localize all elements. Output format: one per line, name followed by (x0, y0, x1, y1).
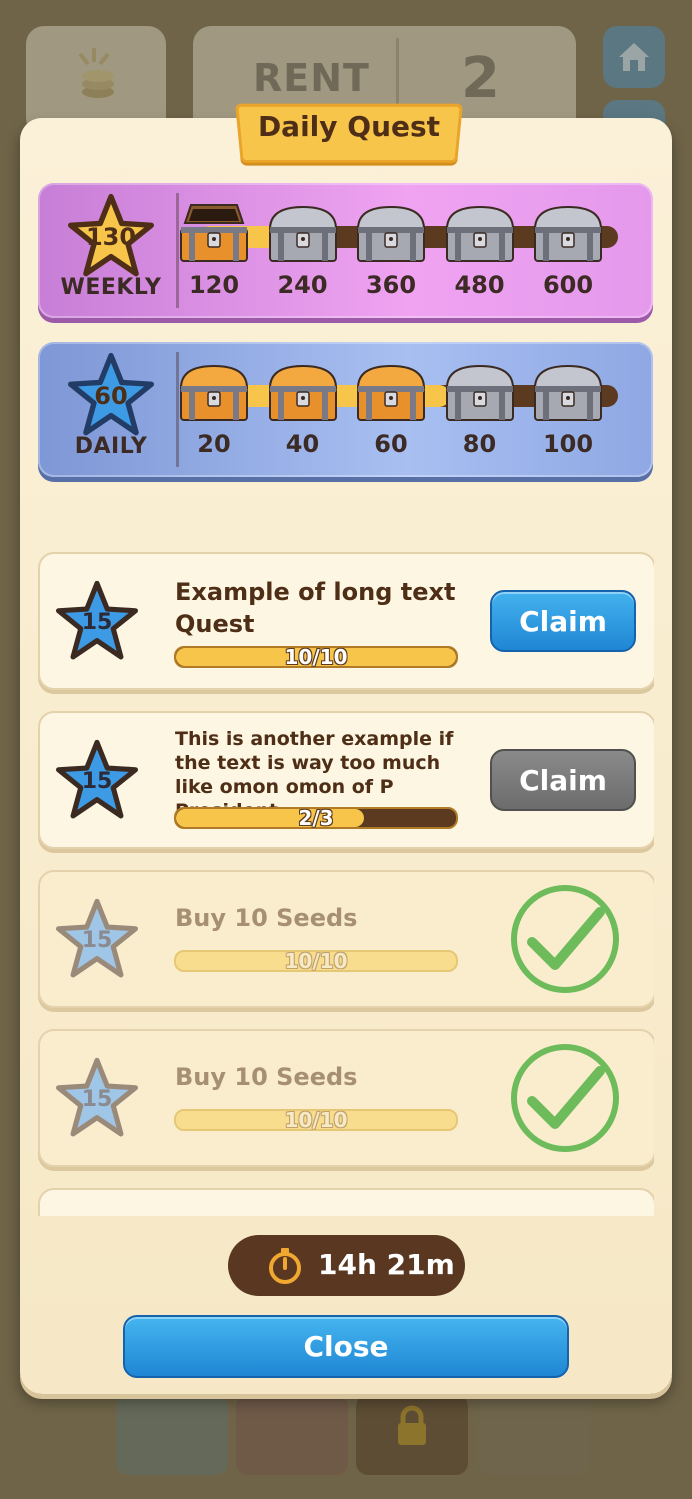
chest-gold-icon (179, 364, 249, 421)
weekly-track: 130 WEEKLY 120 240 360 480 600 (38, 183, 653, 318)
quest-title: Buy 10 Seeds (175, 1063, 358, 1091)
quest-timer: 14h 21m (228, 1235, 465, 1296)
chest-gold-icon (268, 364, 337, 421)
quest-item (38, 1188, 654, 1216)
quest-title: Example of long text Quest (175, 578, 456, 638)
quest-progress-text: 10/10 (284, 1108, 348, 1132)
daily-points: 60 (94, 382, 128, 410)
daily-label: DAILY (74, 434, 148, 459)
quest-item: 15 Example of long text Quest 10/10 Clai… (38, 552, 654, 690)
checkmark-icon (511, 885, 619, 993)
chest-icon[interactable] (175, 362, 253, 424)
chest-silver-icon (268, 205, 337, 262)
chest-icon[interactable] (529, 203, 607, 265)
milestone-value: 480 (454, 271, 505, 299)
quest-progress-bar: 10/10 (174, 645, 458, 669)
quest-progress-bar: 2/3 (174, 806, 458, 830)
claim-button-disabled[interactable]: Claim (490, 749, 636, 811)
chest-silver-icon (356, 205, 426, 262)
chest-silver-icon (533, 364, 603, 421)
chest-icon[interactable] (441, 362, 519, 424)
chest-gold-icon (356, 364, 426, 421)
chest-icon[interactable] (264, 362, 342, 424)
quest-progress-text: 10/10 (284, 645, 348, 669)
claim-button[interactable]: Claim (490, 590, 636, 652)
milestone-value: 600 (542, 271, 594, 299)
reward-value: 15 (81, 1087, 113, 1112)
checkmark-icon (511, 1044, 619, 1152)
reward-value: 15 (81, 769, 113, 794)
chest-icon[interactable] (529, 362, 607, 424)
quest-list[interactable]: 15 Example of long text Quest 10/10 Clai… (38, 552, 654, 1216)
milestone-value: 120 (188, 271, 240, 299)
quest-progress-bar: 10/10 (174, 1108, 458, 1132)
quest-item: 15 Buy 10 Seeds 10/10 (38, 1029, 654, 1167)
chest-silver-icon (445, 205, 514, 262)
stopwatch-icon (269, 1248, 301, 1284)
quest-progress-bar: 10/10 (174, 949, 458, 973)
quest-progress-text: 2/3 (298, 806, 334, 830)
chest-open-icon (180, 204, 248, 262)
milestone-value: 80 (462, 430, 497, 458)
daily-track: 60 DAILY 20 40 60 80 100 (38, 342, 653, 477)
quest-item: 15 This is another example if the text i… (38, 711, 654, 849)
quest-title: Buy 10 Seeds (175, 904, 358, 932)
weekly-points: 130 (85, 223, 137, 251)
quest-item: 15 Buy 10 Seeds 10/10 (38, 870, 654, 1008)
milestone-value: 20 (197, 430, 231, 458)
chest-icon[interactable] (352, 362, 430, 424)
modal-title: Daily Quest (257, 110, 441, 143)
chest-silver-icon (445, 364, 514, 421)
timer-text: 14h 21m (318, 1248, 455, 1281)
reward-value: 15 (81, 928, 113, 953)
reward-value: 15 (81, 610, 113, 635)
chest-icon[interactable] (441, 203, 519, 265)
chest-icon[interactable] (175, 203, 253, 265)
chest-silver-icon (533, 205, 603, 262)
quest-progress-text: 10/10 (284, 949, 348, 973)
chest-icon[interactable] (352, 203, 430, 265)
chest-icon[interactable] (264, 203, 342, 265)
weekly-label: WEEKLY (60, 275, 162, 300)
close-button[interactable]: Close (123, 1315, 569, 1378)
milestone-value: 40 (285, 430, 320, 458)
milestone-value: 100 (542, 430, 594, 458)
milestone-value: 360 (365, 271, 417, 299)
milestone-value: 60 (374, 430, 408, 458)
milestone-value: 240 (277, 271, 328, 299)
